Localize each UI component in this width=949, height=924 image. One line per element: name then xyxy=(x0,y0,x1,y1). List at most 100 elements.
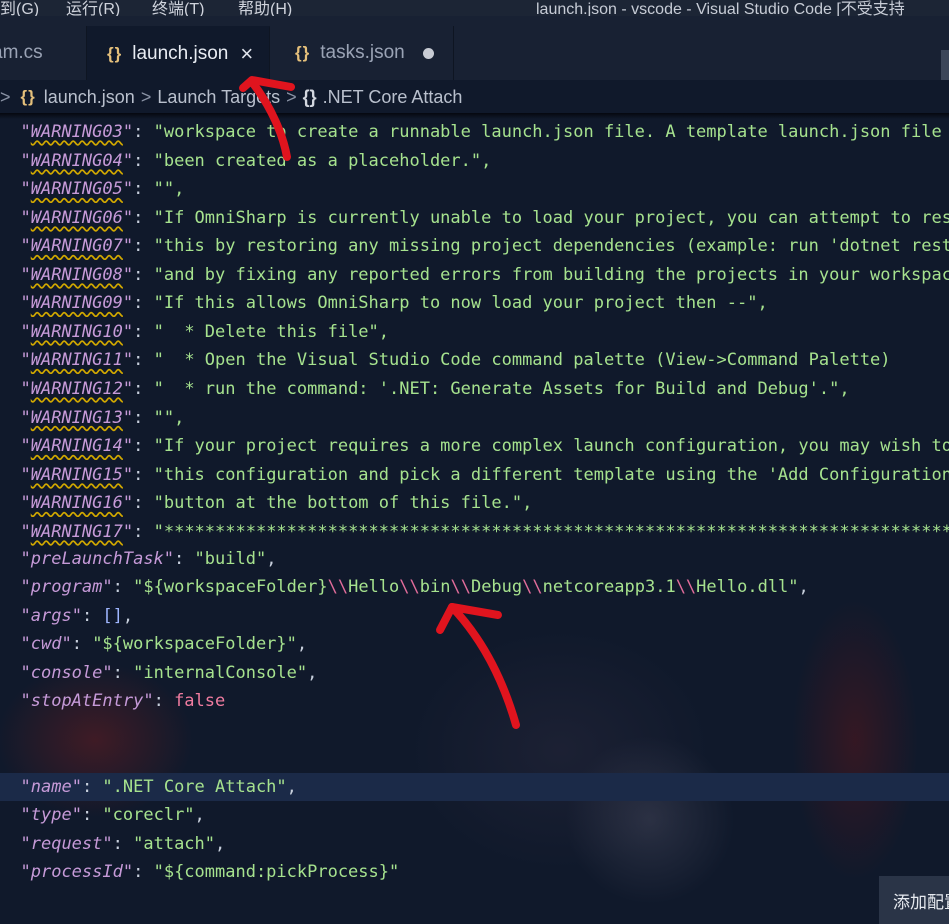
json-key: "cwd" xyxy=(20,634,72,654)
breadcrumb-segment[interactable]: Launch Targets xyxy=(157,87,280,108)
json-string: "${workspaceFolder}\\Hello\\bin\\Debug\\… xyxy=(133,577,798,597)
path-segment: Hello.dll" xyxy=(696,577,799,597)
json-string: button at the bottom of this file.", xyxy=(163,493,533,514)
chevron-right-icon: > xyxy=(286,86,297,107)
json-string: If this allows OmniSharp to now load you… xyxy=(163,293,768,314)
code-line-warning[interactable]: "WARNING05": "", xyxy=(0,175,949,203)
tab-label: launch.json xyxy=(132,43,229,64)
unsaved-dot-icon[interactable] xyxy=(422,47,434,59)
code-line-warning[interactable]: "WARNING12": " * run the command: '.NET:… xyxy=(0,375,949,403)
code-line[interactable]: "program": "${workspaceFolder}\\Hello\\b… xyxy=(0,573,949,601)
chevron-right-icon: > xyxy=(140,86,152,107)
code-line[interactable]: "request": "attach", xyxy=(0,830,949,858)
json-key: WARNING08 xyxy=(30,264,123,285)
json-string: "${workspaceFolder}" xyxy=(92,634,297,654)
json-string: this configuration and pick a different … xyxy=(163,464,949,485)
json-string: this by restoring any missing project de… xyxy=(163,236,949,257)
code-line-warning[interactable]: "WARNING03": "workspace to create a runn… xyxy=(0,118,949,146)
json-key: WARNING10 xyxy=(30,321,123,342)
json-string: "internalConsole" xyxy=(133,663,308,683)
breadcrumb-file[interactable]: launch.json xyxy=(44,87,135,108)
json-key: "type" xyxy=(20,805,82,825)
json-key: "stopAtEntry" xyxy=(20,691,154,711)
code-line[interactable]: "args": [], xyxy=(0,602,949,630)
json-string: * run the command: '.NET: Generate Asset… xyxy=(163,378,850,399)
json-string: If OmniSharp is currently unable to load… xyxy=(163,207,949,228)
menu-run[interactable]: 运行(R) xyxy=(66,0,120,16)
code-line[interactable]: "preLaunchTask": "build", xyxy=(0,545,949,573)
tab-tasks-json[interactable]: {} tasks.json xyxy=(271,26,454,80)
json-key: WARNING17 xyxy=(30,521,123,542)
json-string: "attach" xyxy=(133,834,216,854)
json-array: [] xyxy=(102,606,123,626)
json-key: WARNING14 xyxy=(30,436,123,457)
close-icon[interactable]: × xyxy=(240,41,253,67)
breadcrumb-object[interactable]: .NET Core Attach xyxy=(323,87,463,108)
menu-help[interactable]: 帮助(H) xyxy=(238,0,292,16)
json-key: WARNING06 xyxy=(30,207,123,228)
code-line[interactable]: "console": "internalConsole", xyxy=(0,659,949,687)
code-line-warning[interactable]: "WARNING11": " * Open the Visual Studio … xyxy=(0,346,949,374)
code-line-warning[interactable]: "WARNING14": "If your project requires a… xyxy=(0,432,949,460)
path-segment: "${workspaceFolder} xyxy=(133,577,328,597)
code-line-warning[interactable]: "WARNING08": "and by fixing any reported… xyxy=(0,261,949,289)
code-line-warning[interactable]: "WARNING15": "this configuration and pic… xyxy=(0,461,949,489)
escape-sequence: \\ xyxy=(327,577,349,597)
object-icon: {} xyxy=(302,86,317,107)
code-line-warning[interactable]: "WARNING06": "If OmniSharp is currently … xyxy=(0,204,949,232)
json-key: "args" xyxy=(20,606,82,626)
path-segment: netcoreapp3.1 xyxy=(542,577,676,597)
json-key: WARNING07 xyxy=(30,236,123,257)
code-line-warning[interactable]: "WARNING04": "been created as a placehol… xyxy=(0,147,949,175)
json-key: "name" xyxy=(20,777,82,797)
json-key: WARNING12 xyxy=(30,378,123,399)
json-string: workspace to create a runnable launch.js… xyxy=(163,122,949,142)
code-line-warning[interactable]: "WARNING17": "**************************… xyxy=(0,518,949,546)
code-line[interactable]: "processId": "${command:pickProcess}" xyxy=(0,858,949,886)
json-string: "coreclr" xyxy=(102,805,195,825)
json-key: WARNING11 xyxy=(30,350,123,371)
editor-tab-bar: am.cs {} launch.json × {} tasks.json xyxy=(0,16,949,90)
json-string: ****************************************… xyxy=(163,521,949,542)
escape-sequence: \\ xyxy=(450,577,471,597)
json-file-icon: {} xyxy=(107,44,123,63)
tab-label: am.cs xyxy=(0,42,43,63)
json-key: "program" xyxy=(20,577,113,597)
code-line-current[interactable]: "name": ".NET Core Attach", xyxy=(0,773,949,801)
code-line-warning[interactable]: "WARNING07": "this by restoring any miss… xyxy=(0,232,949,260)
breadcrumb: > {} launch.json > Launch Targets > {} .… xyxy=(0,80,949,114)
json-string: If your project requires a more complex … xyxy=(163,436,949,457)
tab-launch-json[interactable]: {} launch.json × xyxy=(87,26,270,80)
code-line-warning[interactable]: "WARNING10": " * Delete this file", xyxy=(0,318,949,346)
path-segment: Hello xyxy=(348,577,400,597)
json-string: and by fixing any reported errors from b… xyxy=(163,264,949,285)
code-line[interactable]: "stopAtEntry": false xyxy=(0,687,949,715)
json-file-icon: {} xyxy=(295,43,311,62)
json-key: WARNING13 xyxy=(30,407,123,428)
json-key: WARNING03 xyxy=(30,122,123,142)
code-line-warning[interactable]: "WARNING09": "If this allows OmniSharp t… xyxy=(0,289,949,317)
json-string: "${command:pickProcess}" xyxy=(153,862,400,882)
add-configuration-button[interactable]: 添加配置 xyxy=(879,876,949,924)
json-key: "preLaunchTask" xyxy=(20,549,175,569)
json-key: "request" xyxy=(20,834,113,854)
json-string: "build" xyxy=(194,549,267,569)
escape-sequence: \\ xyxy=(399,577,420,597)
json-key: WARNING15 xyxy=(30,464,123,485)
json-string: been created as a placeholder.", xyxy=(163,150,492,171)
path-segment: Debug xyxy=(470,577,523,597)
json-key: "console" xyxy=(20,663,113,683)
code-line[interactable]: "type": "coreclr", xyxy=(0,801,949,829)
tab-program-cs[interactable]: am.cs xyxy=(0,26,87,80)
json-key: "processId" xyxy=(20,862,134,882)
menu-go[interactable]: 到(G) xyxy=(0,0,39,16)
menu-terminal[interactable]: 终端(T) xyxy=(152,0,204,16)
window-title: launch.json - vscode - Visual Studio Cod… xyxy=(536,1,905,16)
code-line-warning[interactable]: "WARNING13": "", xyxy=(0,404,949,432)
code-line[interactable]: "cwd": "${workspaceFolder}", xyxy=(0,630,949,658)
code-line-warning[interactable]: "WARNING16": "button at the bottom of th… xyxy=(0,489,949,517)
escape-sequence: \\ xyxy=(522,577,543,597)
path-segment: bin xyxy=(419,577,451,597)
json-key: WARNING09 xyxy=(30,293,123,314)
menu-bar: 到(G) 运行(R) 终端(T) 帮助(H) launch.json - vsc… xyxy=(0,0,949,16)
